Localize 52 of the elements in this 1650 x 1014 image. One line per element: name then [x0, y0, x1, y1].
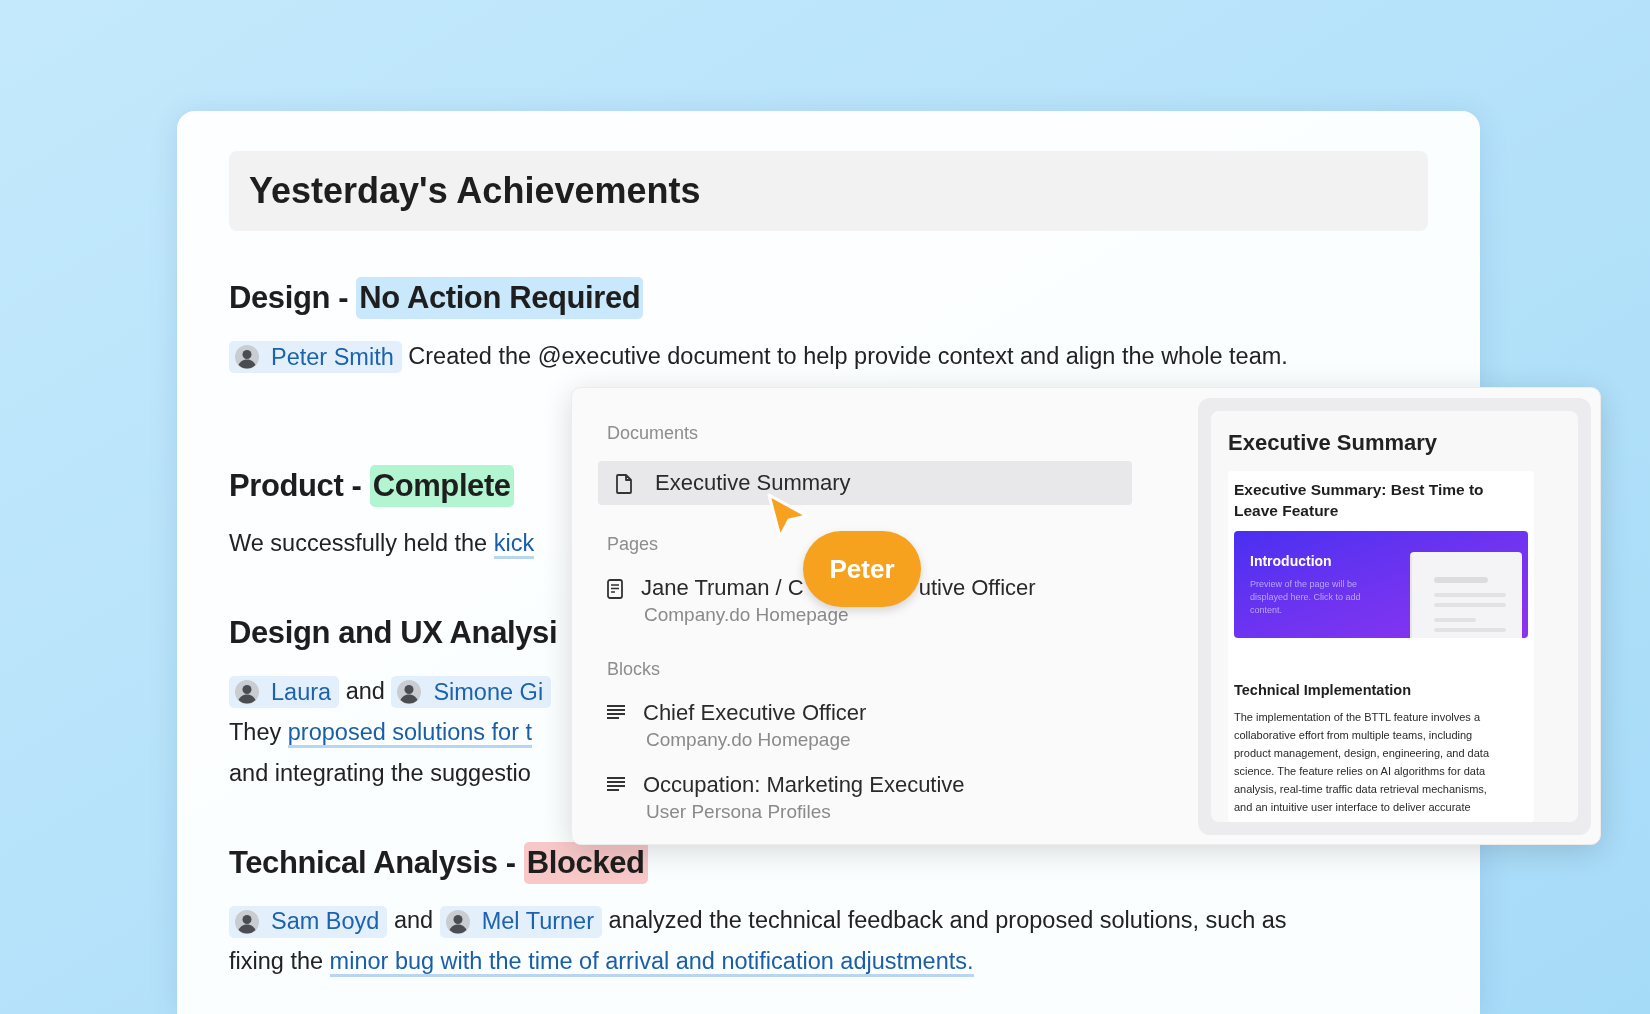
avatar-icon: [445, 909, 470, 934]
text-lines-icon: [607, 704, 625, 720]
status-tag: Complete: [369, 464, 514, 507]
avatar-icon: [397, 680, 422, 705]
paragraph-text: fixing the minor bug with the time of arrival and notification adjustments.: [229, 941, 974, 982]
paragraph-text: and integrating the suggestio: [229, 758, 531, 788]
section-heading: Design and UX Analysi: [229, 614, 558, 652]
paragraph-text: They proposed solutions for t: [229, 711, 533, 753]
paragraph-text: Laura and Simone Gi: [229, 670, 552, 712]
paragraph-text: Peter Smith Created the @executive document to help provide context and align the whole team.: [229, 335, 1288, 377]
section-heading: Product -: [229, 466, 363, 505]
avatar-icon: [235, 909, 259, 934]
link[interactable]: kick: [493, 530, 535, 559]
avatar-icon: [235, 680, 259, 705]
mention-chip[interactable]: Mel Turner: [439, 905, 603, 938]
mention-chip[interactable]: Sam Boyd: [229, 905, 388, 938]
banner-title: Introduction: [1250, 552, 1333, 571]
status-tag: Blocked: [523, 841, 648, 884]
preview-heading: Executive Summary: [1228, 429, 1439, 457]
group-label: Blocks: [606, 658, 661, 678]
mention-chip[interactable]: Simone Gi: [391, 676, 552, 709]
status-tag: No Action Required: [356, 277, 644, 320]
result-item[interactable]: Executive Summary: [598, 461, 1132, 505]
text-lines-icon: [607, 776, 625, 792]
mention-chip[interactable]: Peter Smith: [229, 341, 402, 374]
result-item[interactable]: Occupation: Marketing Executive User Persona Profiles: [598, 769, 1132, 827]
page-icon: [607, 579, 623, 599]
paragraph-text: We successfully held the kick: [229, 523, 535, 564]
link[interactable]: proposed solutions for t: [287, 718, 533, 748]
result-title: Occupation: Marketing Executive: [643, 771, 965, 799]
document-icon: [615, 474, 633, 494]
section-title: Technical Implementation: [1234, 681, 1412, 700]
link[interactable]: minor bug with the time of arrival and notification adjustments.: [329, 948, 974, 977]
banner-text: Preview of the page will be displayed here. Click to add content.: [1250, 578, 1362, 617]
result-title: Executive Summary: [655, 469, 851, 497]
mention-chip[interactable]: Laura: [229, 676, 340, 709]
result-title: utive Officer: [918, 574, 1036, 602]
result-title: Jane Truman / C: [641, 574, 804, 602]
result-item[interactable]: Chief Executive Officer Company.do Homepage: [598, 697, 1132, 755]
avatar-icon: [235, 345, 259, 370]
result-subtitle: Company.do Homepage: [646, 728, 852, 752]
cursor-name-tag: Peter: [803, 531, 921, 607]
group-label: Pages: [606, 533, 660, 553]
document-title: Executive Summary: Best Time to Leave Feature: [1234, 480, 1485, 521]
section-heading: Design -: [229, 279, 350, 317]
section-text: The implementation of the BTTL feature involves a collaborative effort from multiple teams, including product management, design, engineering, and data science. The feature relies on AI algorithms for data analysis, real-time traffic data retrieval mechanisms, and an intuitive user interface to deliver accurate: [1234, 709, 1490, 815]
result-title: Chief Executive Officer: [643, 699, 867, 727]
page-title: Yesterday's Achievements: [249, 169, 701, 213]
group-label: Documents: [606, 422, 700, 442]
paragraph-text: Sam Boyd and Mel Turner analyzed the technical feedback and proposed solutions, such as: [229, 900, 1287, 941]
result-subtitle: User Persona Profiles: [646, 800, 832, 824]
section-heading: Technical Analysis -: [229, 843, 517, 882]
